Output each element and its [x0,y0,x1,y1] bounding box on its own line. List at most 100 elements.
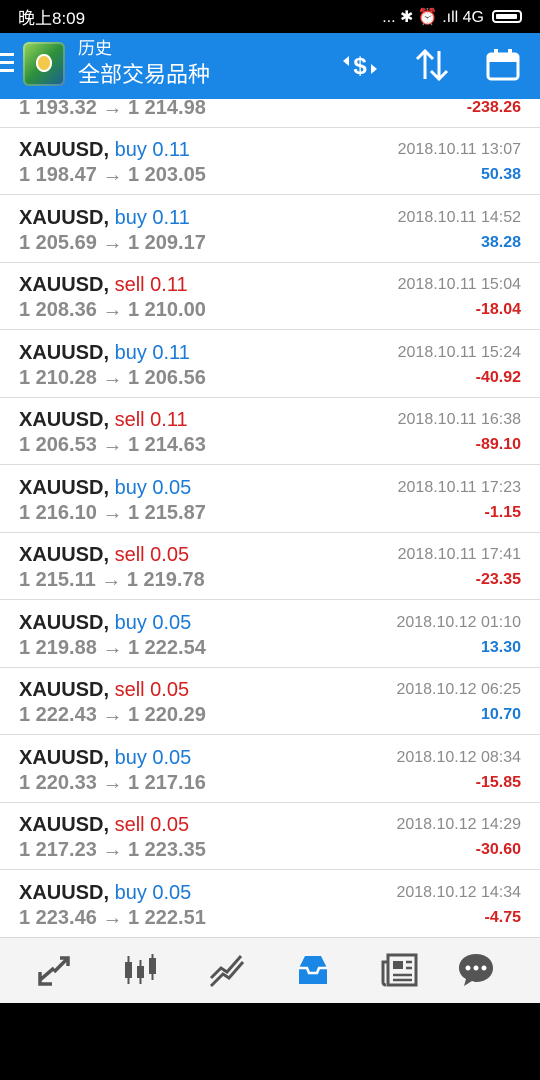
trade-side: buy 0.05 [114,476,192,499]
trade-symbol-line: XAUUSD, buy 0.05 [19,881,191,905]
trade-symbol: XAUUSD, [19,814,110,836]
trade-icon[interactable] [207,950,247,990]
trade-symbol: XAUUSD, [19,409,110,431]
trade-side: buy 0.11 [114,139,190,161]
trade-date: 2018.10.11 15:04 [397,276,521,293]
trade-symbol-line: XAUUSD, buy 0.11 [19,138,190,162]
trade-symbol-line: XAUUSD, sell 0.05 [19,678,189,702]
sort-icon[interactable] [412,47,452,83]
trade-prices: 1 219.88 → 1 222.54 [19,636,206,659]
trade-row[interactable]: 1 193.32 → 1 214.98 -238.26 [0,99,540,128]
trade-row[interactable]: XAUUSD, sell 0.11 1 208.36 → 1 210.00 2018… [0,263,540,330]
trade-symbol-line: XAUUSD, sell 0.05 [19,813,189,837]
page-title: 历史 [78,39,112,58]
status-bar: 晚上8:09 ... ✱ ⏰ .ıll 4G [0,0,540,33]
trade-date: 2018.10.11 16:38 [397,411,521,428]
trade-symbol: XAUUSD, [19,544,110,566]
trade-profit: -238.26 [466,99,521,116]
status-icons: ... ✱ ⏰ .ıll 4G [382,8,484,26]
chart-icon[interactable] [120,950,160,990]
trade-symbol: XAUUSD, [19,341,110,364]
trade-date: 2018.10.11 17:23 [397,478,521,496]
app-bar: 历史 全部交易品种 $ [0,33,540,99]
trade-date: 2018.10.11 15:24 [397,343,521,361]
trade-profit: -89.10 [475,436,521,453]
trade-row[interactable]: XAUUSD, buy 0.05 1 223.46 → 1 222.51 2018.… [0,871,540,937]
chat-icon[interactable] [456,950,496,990]
trade-date: 2018.10.12 14:29 [396,816,521,833]
trade-prices: 1 206.53 → 1 214.63 [19,434,206,456]
trade-symbol: XAUUSD, [19,206,110,229]
trade-row[interactable]: XAUUSD, buy 0.05 1 216.10 → 1 215.87 2018.… [0,466,540,533]
trade-row[interactable]: XAUUSD, buy 0.11 1 198.47 → 1 203.05 2018.… [0,128,540,195]
trade-profit: -30.60 [475,841,521,858]
quotes-icon[interactable] [34,950,74,990]
trade-symbol-line: XAUUSD, buy 0.05 [19,746,191,770]
trade-symbol: XAUUSD, [19,611,110,634]
trade-date: 2018.10.12 08:34 [396,748,521,766]
news-icon[interactable] [380,950,420,990]
status-indicators: ... ✱ ⏰ .ıll 4G [382,7,522,27]
trade-symbol-line: XAUUSD, sell 0.05 [19,543,189,567]
header-titles[interactable]: 历史 全部交易品种 [78,38,210,90]
trade-row[interactable]: XAUUSD, buy 0.11 1 210.28 → 1 206.56 2018.… [0,331,540,398]
trade-prices: 1 198.47 → 1 203.05 [19,164,206,186]
history-icon[interactable] [293,950,333,990]
trade-row[interactable]: XAUUSD, sell 0.05 1 222.43 → 1 220.29 2018… [0,668,540,735]
calendar-icon[interactable] [483,47,523,83]
trade-row[interactable]: XAUUSD, buy 0.05 1 219.88 → 1 222.54 2018.… [0,601,540,668]
history-list[interactable]: 1 193.32 → 1 214.98 -238.26 XAUUSD, buy … [0,99,540,937]
trade-prices: 1 215.11 → 1 219.78 [19,569,205,591]
trade-date: 2018.10.11 14:52 [397,208,521,226]
trade-profit: 10.70 [480,706,521,723]
currency-filter-icon[interactable]: $ [340,47,380,83]
svg-text:$: $ [353,53,367,80]
trade-profit: -40.92 [475,368,521,386]
trade-side: buy 0.05 [114,611,192,634]
trade-profit: -1.15 [484,503,521,521]
trade-prices: 1 205.69 → 1 209.17 [19,231,206,254]
trade-prices: 1 208.36 → 1 210.00 [19,299,206,321]
trade-side: sell 0.11 [114,409,188,431]
trade-symbol-line: XAUUSD, buy 0.05 [19,611,191,635]
trade-symbol-line: XAUUSD, buy 0.05 [19,476,191,500]
trade-symbol-line: XAUUSD, sell 0.11 [19,408,188,432]
trade-date: 2018.10.12 06:25 [396,681,521,698]
trade-side: sell 0.05 [114,679,190,701]
trade-profit: -23.35 [475,571,521,588]
mt-logo-icon[interactable] [23,42,65,86]
bottom-nav [0,937,540,1003]
trade-symbol: XAUUSD, [19,476,110,499]
trade-side: buy 0.05 [114,881,192,904]
trade-row[interactable]: XAUUSD, buy 0.11 1 205.69 → 1 209.17 2018.… [0,196,540,263]
trade-prices: 1 216.10 → 1 215.87 [19,501,206,524]
trade-date: 2018.10.12 01:10 [396,613,521,631]
trade-profit: -4.75 [484,908,521,926]
trade-side: sell 0.05 [114,544,190,566]
trade-row[interactable]: XAUUSD, sell 0.05 1 215.11 → 1 219.78 2018… [0,533,540,600]
trade-symbol-line: XAUUSD, buy 0.11 [19,341,190,365]
trade-symbol: XAUUSD, [19,881,110,904]
system-nav-area [0,1003,540,1080]
trade-date: 2018.10.11 17:41 [397,546,521,563]
trade-symbol: XAUUSD, [19,746,110,769]
trade-row[interactable]: XAUUSD, sell 0.05 1 217.23 → 1 223.35 2018… [0,803,540,870]
trade-row[interactable]: XAUUSD, sell 0.11 1 206.53 → 1 214.63 2018… [0,398,540,465]
status-time: 晚上8:09 [18,9,86,28]
menu-icon[interactable] [0,53,14,77]
trade-prices: 1 210.28 → 1 206.56 [19,366,206,389]
trade-symbol: XAUUSD, [19,679,110,701]
trade-prices: 1 222.43 → 1 220.29 [19,704,206,726]
trade-symbol: XAUUSD, [19,274,110,296]
trade-prices: 1 220.33 → 1 217.16 [19,771,206,794]
trade-date: 2018.10.12 14:34 [396,883,521,901]
trade-prices: 1 217.23 → 1 223.35 [19,839,206,861]
trade-side: buy 0.11 [114,206,190,229]
trade-profit: 38.28 [480,233,521,251]
trade-profit: -18.04 [475,301,521,318]
symbol-filter-label: 全部交易品种 [78,62,211,87]
trade-profit: 50.38 [480,166,521,183]
trade-profit: -15.85 [475,773,521,791]
trade-row[interactable]: XAUUSD, buy 0.05 1 220.33 → 1 217.16 2018.… [0,736,540,803]
trade-prices: 1 193.32 → 1 214.98 [19,99,206,119]
